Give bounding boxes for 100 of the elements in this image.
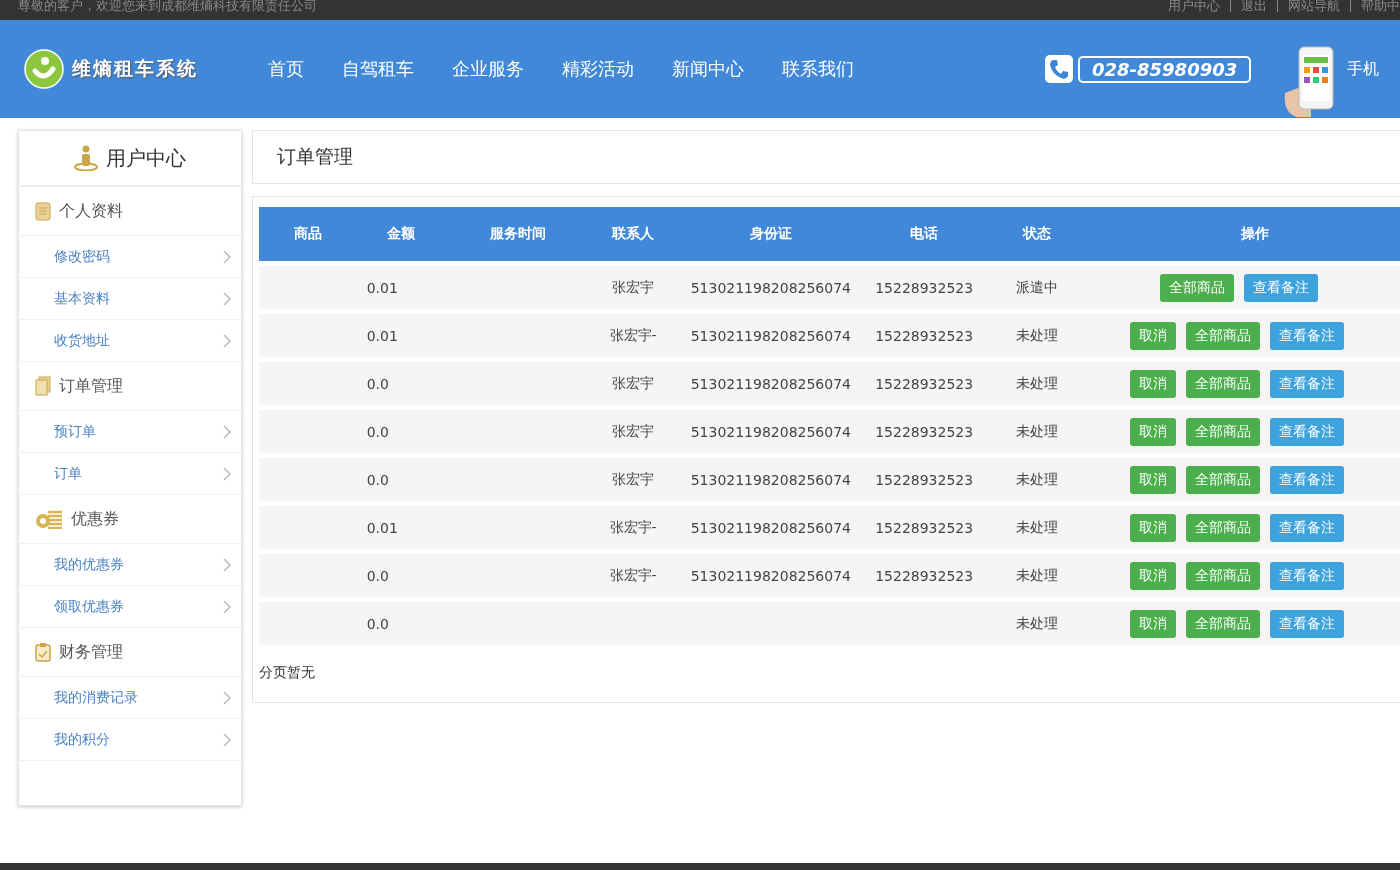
chevron-icon bbox=[223, 466, 231, 481]
table-cell: 未处理 bbox=[1015, 566, 1058, 583]
column-header: 服务时间 bbox=[489, 225, 546, 241]
table-cell: 未处理 bbox=[1015, 614, 1058, 631]
clipboard-icon bbox=[35, 642, 51, 662]
table-cell: 未处理 bbox=[1015, 470, 1058, 487]
table-cell: 未处理 bbox=[1015, 374, 1058, 391]
action-button[interactable]: 取消 bbox=[1129, 369, 1176, 398]
chevron-icon bbox=[223, 557, 231, 572]
sidebar-item[interactable]: 预订单 bbox=[19, 411, 241, 453]
table-cell: 513021198208256074 bbox=[690, 327, 851, 344]
action-button[interactable]: 查看备注 bbox=[1269, 561, 1344, 590]
sidebar-item[interactable]: 修改密码 bbox=[19, 236, 241, 278]
action-button[interactable]: 全部商品 bbox=[1185, 465, 1260, 494]
nav-link[interactable]: 精彩活动 bbox=[562, 57, 634, 81]
table-cell: 513021198208256074 bbox=[690, 519, 851, 536]
action-button[interactable]: 全部商品 bbox=[1185, 321, 1260, 350]
sidebar-item[interactable]: 我的积分 bbox=[19, 719, 241, 761]
action-button[interactable]: 查看备注 bbox=[1243, 273, 1318, 302]
sidebar-title: 用户中心 bbox=[106, 144, 186, 172]
column-header: 商品 bbox=[293, 225, 322, 241]
mobile-link[interactable]: 手机 bbox=[1347, 58, 1380, 80]
column-header: 身份证 bbox=[749, 225, 792, 241]
table-cell: 15228932523 bbox=[875, 423, 974, 440]
chevron-icon bbox=[223, 424, 231, 439]
table-cell: 513021198208256074 bbox=[690, 279, 851, 296]
table-cell: 张宏宇 bbox=[612, 422, 655, 439]
table-cell: 张宏宇 bbox=[612, 470, 655, 487]
table-cell: 513021198208256074 bbox=[690, 423, 851, 440]
table-cell: 15228932523 bbox=[875, 519, 974, 536]
documents-icon bbox=[35, 376, 51, 396]
action-button[interactable]: 取消 bbox=[1129, 561, 1176, 590]
logo-icon bbox=[24, 49, 64, 89]
page-title: 订单管理 bbox=[277, 144, 353, 169]
action-button[interactable]: 取消 bbox=[1129, 321, 1176, 350]
table-cell: 张宏宇- bbox=[609, 566, 657, 583]
group-title: 财务管理 bbox=[59, 641, 123, 663]
nav-link[interactable]: 自驾租车 bbox=[342, 57, 414, 81]
table-cell: 0.01 bbox=[366, 519, 398, 536]
sidebar-item[interactable]: 我的优惠券 bbox=[19, 544, 241, 586]
table-cell: 未处理 bbox=[1015, 422, 1058, 439]
sidebar-item[interactable]: 我的消费记录 bbox=[19, 677, 241, 719]
column-header: 金额 bbox=[387, 225, 415, 241]
action-button[interactable]: 取消 bbox=[1129, 513, 1176, 542]
chevron-icon bbox=[223, 249, 231, 264]
column-header: 操作 bbox=[1240, 225, 1269, 241]
table-cell: 张宏宇 bbox=[612, 278, 655, 295]
coins-icon bbox=[35, 509, 63, 529]
action-button[interactable]: 全部商品 bbox=[1159, 273, 1234, 302]
table-cell: 15228932523 bbox=[875, 567, 974, 584]
action-button[interactable]: 查看备注 bbox=[1269, 465, 1344, 494]
table-cell: 0.0 bbox=[366, 567, 389, 584]
phone-icon bbox=[1044, 54, 1074, 84]
table-cell: 0.01 bbox=[366, 279, 398, 296]
nav-link[interactable]: 新闻中心 bbox=[672, 57, 744, 81]
table-cell: 张宏宇- bbox=[609, 326, 657, 343]
action-button[interactable]: 全部商品 bbox=[1185, 561, 1260, 590]
sidebar-item[interactable]: 领取优惠券 bbox=[19, 586, 241, 628]
action-button[interactable]: 全部商品 bbox=[1185, 609, 1260, 638]
table-cell: 未处理 bbox=[1015, 326, 1058, 343]
table-cell: 15228932523 bbox=[875, 327, 974, 344]
action-button[interactable]: 取消 bbox=[1129, 465, 1176, 494]
sidebar-item[interactable]: 收货地址 bbox=[19, 320, 241, 362]
table-cell: 未处理 bbox=[1015, 518, 1058, 535]
action-button[interactable]: 查看备注 bbox=[1269, 369, 1344, 398]
table-cell: 15228932523 bbox=[875, 279, 974, 296]
chevron-icon bbox=[223, 690, 231, 705]
table-cell: 0.0 bbox=[366, 615, 389, 632]
action-button[interactable]: 全部商品 bbox=[1185, 513, 1260, 542]
notepad-icon bbox=[35, 201, 51, 221]
table-cell: 0.01 bbox=[366, 327, 398, 344]
action-button[interactable]: 查看备注 bbox=[1269, 513, 1344, 542]
action-button[interactable]: 取消 bbox=[1129, 417, 1176, 446]
table-cell: 张宏宇- bbox=[609, 518, 657, 535]
chevron-icon bbox=[223, 732, 231, 747]
action-button[interactable]: 查看备注 bbox=[1269, 609, 1344, 638]
chevron-icon bbox=[223, 599, 231, 614]
table-cell: 15228932523 bbox=[875, 471, 974, 488]
logo-text: 维熵租车系统 bbox=[72, 56, 198, 81]
chevron-icon bbox=[223, 333, 231, 348]
user-icon bbox=[74, 145, 98, 171]
table-cell: 513021198208256074 bbox=[690, 471, 851, 488]
action-button[interactable]: 查看备注 bbox=[1269, 321, 1344, 350]
sidebar-item[interactable]: 订单 bbox=[19, 453, 241, 495]
action-button[interactable]: 全部商品 bbox=[1185, 369, 1260, 398]
action-button[interactable]: 查看备注 bbox=[1269, 417, 1344, 446]
nav-link[interactable]: 首页 bbox=[268, 57, 304, 81]
nav-link[interactable]: 联系我们 bbox=[782, 57, 854, 81]
table-cell: 0.0 bbox=[366, 471, 389, 488]
top-link[interactable]: 帮助中 bbox=[1361, 0, 1400, 12]
nav-link[interactable]: 企业服务 bbox=[452, 57, 524, 81]
top-link[interactable]: 退出 bbox=[1241, 0, 1267, 12]
table-cell: 张宏宇 bbox=[612, 374, 655, 391]
column-header: 状态 bbox=[1022, 225, 1051, 241]
sidebar-item[interactable]: 基本资料 bbox=[19, 278, 241, 320]
column-header: 联系人 bbox=[612, 225, 655, 241]
group-title: 订单管理 bbox=[59, 375, 123, 397]
chevron-icon bbox=[223, 291, 231, 306]
action-button[interactable]: 取消 bbox=[1129, 609, 1176, 638]
action-button[interactable]: 全部商品 bbox=[1185, 417, 1260, 446]
